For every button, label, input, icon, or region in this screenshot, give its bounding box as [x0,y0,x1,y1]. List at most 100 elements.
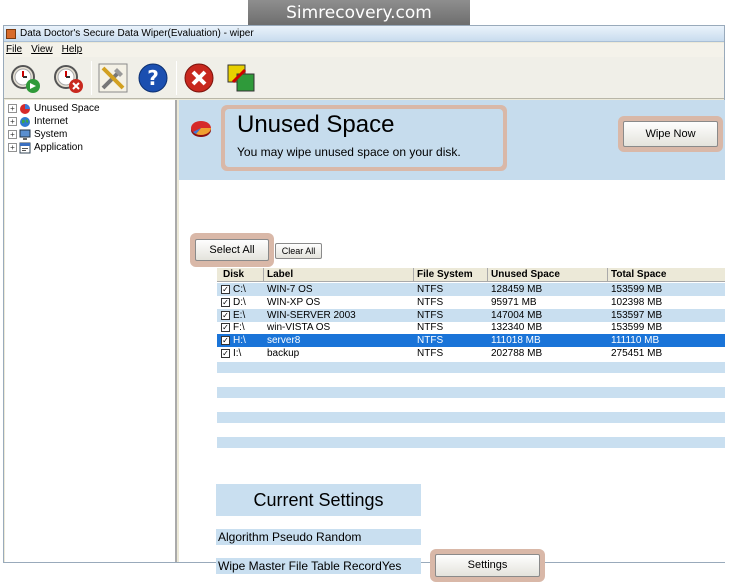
cell-disk: I:\ [233,348,242,359]
cell-total-space: 111110 MB [611,335,660,347]
cell-disk: H:\ [233,335,246,347]
menu-file[interactable]: File [6,43,22,57]
exit-icon[interactable] [182,61,216,95]
expand-icon[interactable]: + [8,130,17,139]
row-checkbox[interactable]: ✓ [221,323,230,333]
cell-total-space: 153599 MB [611,284,663,295]
column-header-unused-space[interactable]: Unused Space [491,269,560,280]
page-title: Unused Space [237,111,395,138]
help-icon[interactable]: ? [136,61,170,95]
menu-view[interactable]: View [31,43,53,57]
table-row[interactable]: ✓ E:\ WIN-SERVER 2003 NTFS 147004 MB 153597 M… [217,308,725,322]
expand-icon[interactable]: + [8,104,17,113]
table-empty-row [217,437,725,448]
cell-file-system: NTFS [417,284,444,295]
row-checkbox[interactable]: ✓ [221,297,230,307]
cell-unused-space: 128459 MB [491,284,543,295]
cell-unused-space: 111018 MB [491,335,541,347]
cell-disk: D:\ [233,296,246,308]
title-bar: Data Doctor's Secure Data Wiper(Evaluati… [4,26,724,42]
cell-unused-space: 202788 MB [491,348,543,359]
settings-button[interactable]: Settings [435,554,540,577]
settings-highlight: Settings [430,549,545,582]
cell-label: WIN-7 OS [267,284,313,295]
window-title: Data Doctor's Secure Data Wiper(Evaluati… [20,28,254,39]
clear-all-button[interactable]: Clear All [275,243,322,259]
cell-file-system: NTFS [417,322,444,334]
tools-icon[interactable] [96,61,130,95]
menu-bar: File View Help [4,43,724,57]
cell-total-space: 153599 MB [611,322,663,334]
tree-item-label: Application [34,142,83,153]
app-icon [6,28,16,39]
globe-icon [20,116,30,127]
window-switch-icon[interactable] [224,61,258,95]
pie-chart-icon [191,121,211,137]
pie-chart-icon [20,103,30,114]
select-all-button[interactable]: Select All [195,239,269,261]
application-icon [19,142,31,153]
setting-mft: Wipe Master File Table RecordYes [216,558,421,574]
table-row[interactable]: ✓ C:\ WIN-7 OS NTFS 128459 MB 153599 MB [217,283,725,296]
cell-total-space: 153597 MB [611,309,663,321]
clock-stop-icon[interactable] [52,61,86,95]
expand-icon[interactable]: + [8,117,17,126]
table-header: Disk Label File System Unused Space Tota… [217,268,725,282]
cell-total-space: 102398 MB [611,296,663,308]
tree-item-label: System [34,129,68,140]
cell-unused-space: 95971 MB [491,296,537,308]
wipe-now-button[interactable]: Wipe Now [623,121,718,147]
svg-text:?: ? [147,66,159,90]
cell-unused-space: 147004 MB [491,309,543,321]
select-all-highlight: Select All [190,233,274,267]
table-row[interactable]: ✓ D:\ WIN-XP OS NTFS 95971 MB 102398 MB [217,296,725,309]
computer-icon [19,129,31,140]
row-checkbox[interactable]: ✓ [221,336,230,346]
table-empty-row [217,387,725,398]
toolbar-separator [91,61,92,95]
cell-file-system: NTFS [417,335,444,347]
app-window: Data Doctor's Secure Data Wiper(Evaluati… [3,25,725,582]
table-empty-row [217,362,725,373]
tree-item-label: Internet [34,116,68,127]
title-highlight: Unused Space You may wipe unused space o… [221,105,507,171]
table-row[interactable]: ✓ F:\ win-VISTA OS NTFS 132340 MB 153599 MB [217,321,725,334]
tree-item-internet[interactable]: + Internet [8,115,68,128]
tree-item-application[interactable]: + Application [8,141,83,154]
header-band: Unused Space You may wipe unused space o… [179,100,725,180]
table-empty-row [217,412,725,423]
row-checkbox[interactable]: ✓ [221,310,230,320]
tree-item-system[interactable]: + System [8,128,67,141]
cell-label: win-VISTA OS [267,322,331,334]
cell-disk: C:\ [233,284,246,295]
row-checkbox[interactable]: ✓ [221,285,230,294]
setting-algorithm: Algorithm Pseudo Random [216,529,421,545]
column-header-label[interactable]: Label [267,269,293,280]
tree-item-label: Unused Space [34,103,100,114]
cell-file-system: NTFS [417,348,444,359]
main-panel: Unused Space You may wipe unused space o… [179,100,725,582]
cell-file-system: NTFS [417,296,444,308]
cell-disk: E:\ [233,309,246,321]
column-header-total-space[interactable]: Total Space [611,269,666,280]
navigation-tree: + Unused Space + Internet + System + App… [5,100,177,562]
wipe-now-highlight: Wipe Now [618,116,723,152]
toolbar-separator [176,61,177,95]
cell-label: server8 [267,335,301,347]
expand-icon[interactable]: + [8,143,17,152]
table-row[interactable]: ✓ I:\ backup NTFS 202788 MB 275451 MB [217,347,725,360]
cell-unused-space: 132340 MB [491,322,543,334]
tree-item-unused-space[interactable]: + Unused Space [8,102,100,115]
toolbar: ? [4,57,724,99]
table-row[interactable]: ✓ H:\ server8 NTFS 111018 MB 111110 MB [217,334,725,348]
row-checkbox[interactable]: ✓ [221,349,230,358]
site-banner: Simrecovery.com [248,0,470,26]
cell-file-system: NTFS [417,309,444,321]
column-header-disk[interactable]: Disk [223,269,244,280]
current-settings-title: Current Settings [216,484,421,516]
column-header-file-system[interactable]: File System [417,269,473,280]
menu-help[interactable]: Help [62,43,83,57]
clock-go-icon[interactable] [9,61,43,95]
cell-disk: F:\ [233,322,245,334]
cell-label: WIN-XP OS [267,296,321,308]
